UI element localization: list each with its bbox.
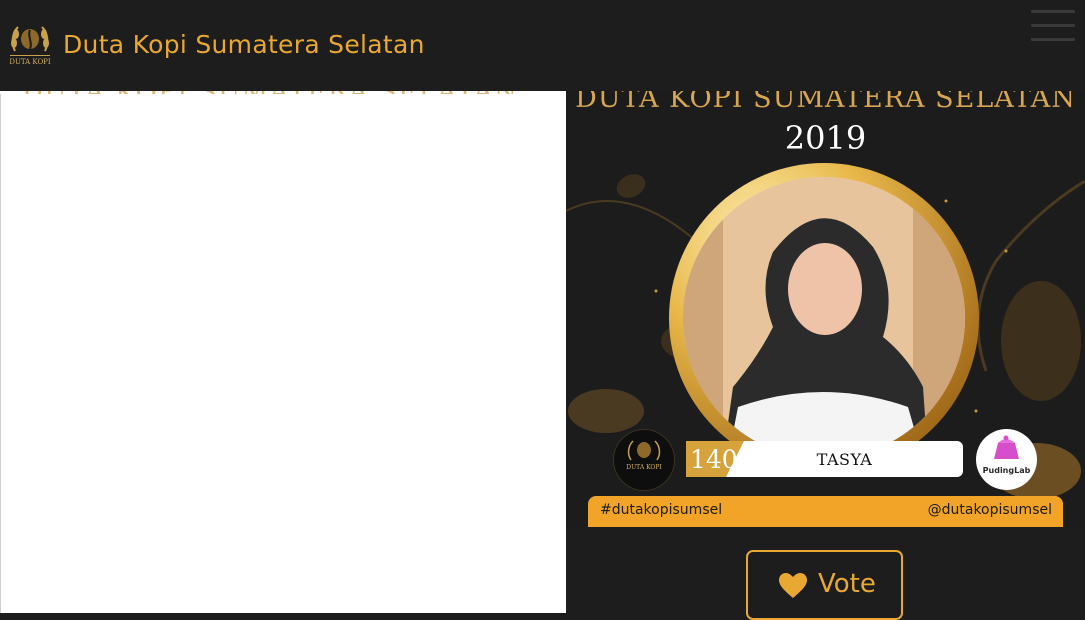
vote-button[interactable]: Vote — [746, 550, 903, 620]
contestant-card: Duta Kopi Sumatera Selatan 2019 DUTA KOP… — [566, 91, 1085, 527]
vote-label: Vote — [818, 569, 876, 599]
menu-line-icon — [1031, 24, 1075, 27]
hamburger-menu-button[interactable] — [1028, 6, 1078, 46]
laurel-icon — [627, 440, 661, 461]
duta-kopi-badge: DUTA KOPI — [613, 429, 675, 491]
heart-icon — [779, 573, 807, 598]
sponsor-logo: PudingLab — [976, 429, 1037, 490]
contestant-name: TASYA — [816, 450, 873, 469]
brand-logo[interactable]: DUTA KOPI — [7, 21, 53, 77]
navbar: DUTA KOPI Duta Kopi Sumatera Selatan — [0, 0, 1085, 91]
contestant-silhouette-icon — [683, 177, 965, 459]
card-year: 2019 — [784, 119, 867, 157]
menu-line-icon — [1031, 38, 1075, 41]
badge-text: DUTA KOPI — [626, 464, 662, 471]
site-title[interactable]: Duta Kopi Sumatera Selatan — [63, 30, 425, 59]
hashtag-text: #dutakopisumsel — [600, 502, 723, 518]
contestant-photo — [683, 177, 965, 459]
social-handle: @dutakopisumsel — [927, 502, 1052, 518]
left-panel-heading-peek: Duta Kopi Sumatera Selatan — [0, 91, 566, 94]
hashtag-bar: #dutakopisumsel @dutakopisumsel — [588, 496, 1063, 527]
brand-logo-text: DUTA KOPI — [9, 58, 51, 66]
card-heading: Duta Kopi Sumatera Selatan — [575, 91, 1076, 114]
left-panel-heading: Duta Kopi Sumatera Selatan — [22, 91, 518, 94]
left-content-panel — [0, 91, 566, 613]
sponsor-name: PudingLab — [982, 466, 1031, 475]
coffee-laurel-icon — [10, 26, 50, 56]
menu-line-icon — [1031, 10, 1075, 13]
pudding-icon — [994, 435, 1019, 459]
